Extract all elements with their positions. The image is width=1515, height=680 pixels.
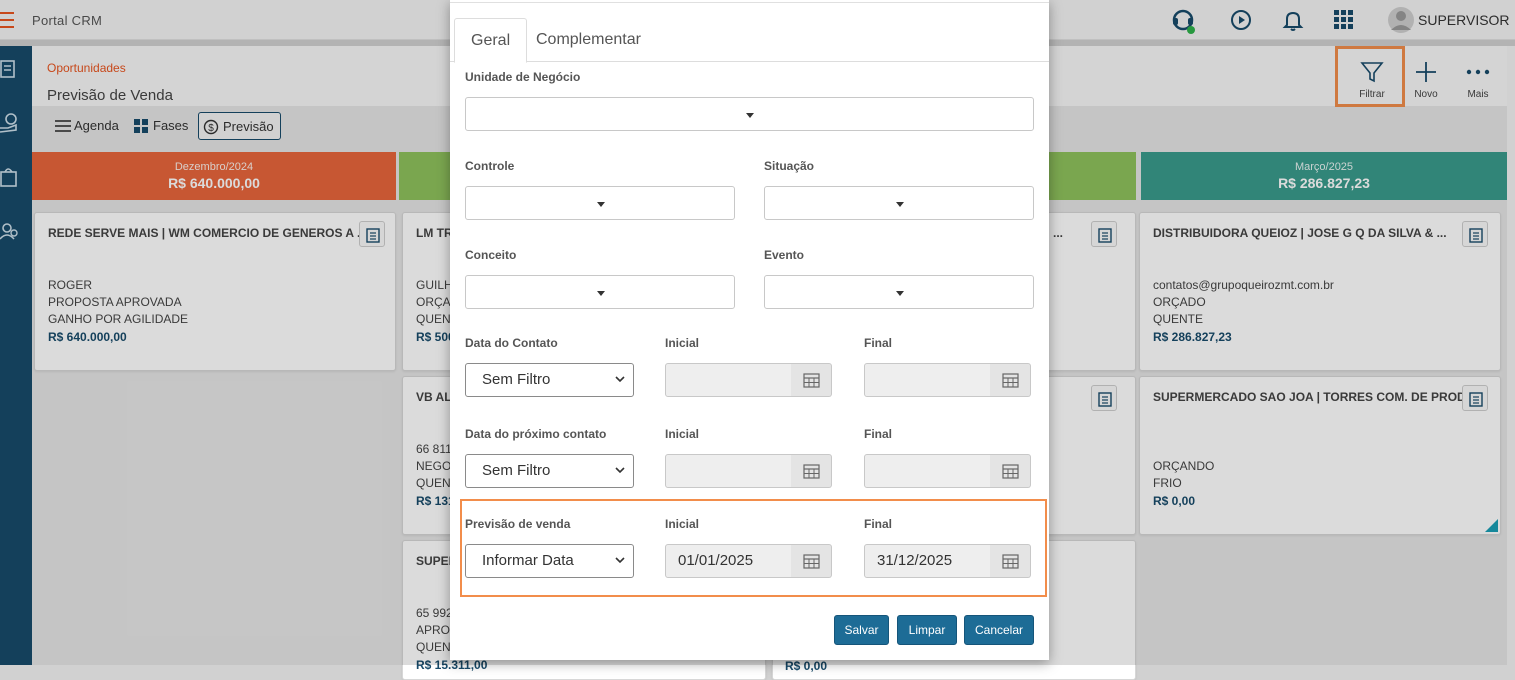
previsao-final-input[interactable]: 31/12/2025 bbox=[864, 544, 991, 578]
data-contato-select-value: Sem Filtro bbox=[482, 371, 551, 388]
chevron-down-icon bbox=[896, 291, 904, 296]
controle-select[interactable] bbox=[465, 186, 735, 220]
data-contato-inicial-label: Inicial bbox=[665, 336, 700, 350]
data-proximo-select[interactable]: Sem Filtro bbox=[465, 454, 634, 488]
chevron-down-icon bbox=[597, 291, 605, 296]
calendar-icon bbox=[803, 373, 820, 388]
tab-geral[interactable]: Geral bbox=[454, 18, 528, 63]
controle-label: Controle bbox=[465, 159, 515, 173]
unidade-label: Unidade de Negócio bbox=[465, 70, 581, 84]
data-proximo-final-input[interactable] bbox=[864, 454, 991, 488]
data-proximo-inicial-input[interactable] bbox=[665, 454, 792, 488]
chevron-down-icon bbox=[615, 376, 625, 383]
situacao-label: Situação bbox=[764, 159, 815, 173]
data-proximo-final-label: Final bbox=[864, 427, 893, 441]
data-proximo-select-value: Sem Filtro bbox=[482, 462, 551, 479]
calendar-button[interactable] bbox=[990, 363, 1031, 397]
chevron-down-icon bbox=[597, 202, 605, 207]
calendar-button[interactable] bbox=[791, 544, 832, 578]
data-contato-inicial-input[interactable] bbox=[665, 363, 792, 397]
calendar-icon bbox=[1002, 373, 1019, 388]
data-contato-label: Data do Contato bbox=[465, 336, 558, 350]
data-contato-final-label: Final bbox=[864, 336, 893, 350]
clear-button[interactable]: Limpar bbox=[897, 615, 957, 645]
data-proximo-inicial-label: Inicial bbox=[665, 427, 700, 441]
dialog-tabs: Geral Complementar bbox=[450, 18, 1049, 63]
dialog-top-edge bbox=[450, 0, 1049, 3]
calendar-button[interactable] bbox=[990, 454, 1031, 488]
tab-complementar[interactable]: Complementar bbox=[520, 18, 657, 62]
calendar-icon bbox=[803, 554, 820, 569]
situacao-select[interactable] bbox=[764, 186, 1034, 220]
calendar-button[interactable] bbox=[791, 363, 832, 397]
previsao-inicial-label: Inicial bbox=[665, 517, 700, 531]
calendar-button[interactable] bbox=[791, 454, 832, 488]
calendar-icon bbox=[1002, 464, 1019, 479]
calendar-icon bbox=[803, 464, 820, 479]
conceito-label: Conceito bbox=[465, 248, 517, 262]
filter-dialog: Geral Complementar Unidade de Negócio Co… bbox=[450, 0, 1049, 660]
data-contato-final-input[interactable] bbox=[864, 363, 991, 397]
chevron-down-icon bbox=[615, 467, 625, 474]
evento-label: Evento bbox=[764, 248, 805, 262]
calendar-icon bbox=[1002, 554, 1019, 569]
save-button[interactable]: Salvar bbox=[834, 615, 889, 645]
previsao-inicial-input[interactable]: 01/01/2025 bbox=[665, 544, 792, 578]
chevron-down-icon bbox=[746, 113, 754, 118]
previsao-final-label: Final bbox=[864, 517, 893, 531]
unidade-select[interactable] bbox=[465, 97, 1034, 131]
data-contato-select[interactable]: Sem Filtro bbox=[465, 363, 634, 397]
chevron-down-icon bbox=[615, 557, 625, 564]
cancel-button[interactable]: Cancelar bbox=[964, 615, 1034, 645]
chevron-down-icon bbox=[896, 202, 904, 207]
previsao-select[interactable]: Informar Data bbox=[465, 544, 634, 578]
conceito-select[interactable] bbox=[465, 275, 735, 309]
previsao-select-value: Informar Data bbox=[482, 552, 574, 569]
calendar-button[interactable] bbox=[990, 544, 1031, 578]
data-proximo-label: Data do próximo contato bbox=[465, 427, 607, 441]
previsao-label: Previsão de venda bbox=[465, 517, 571, 531]
evento-select[interactable] bbox=[764, 275, 1034, 309]
